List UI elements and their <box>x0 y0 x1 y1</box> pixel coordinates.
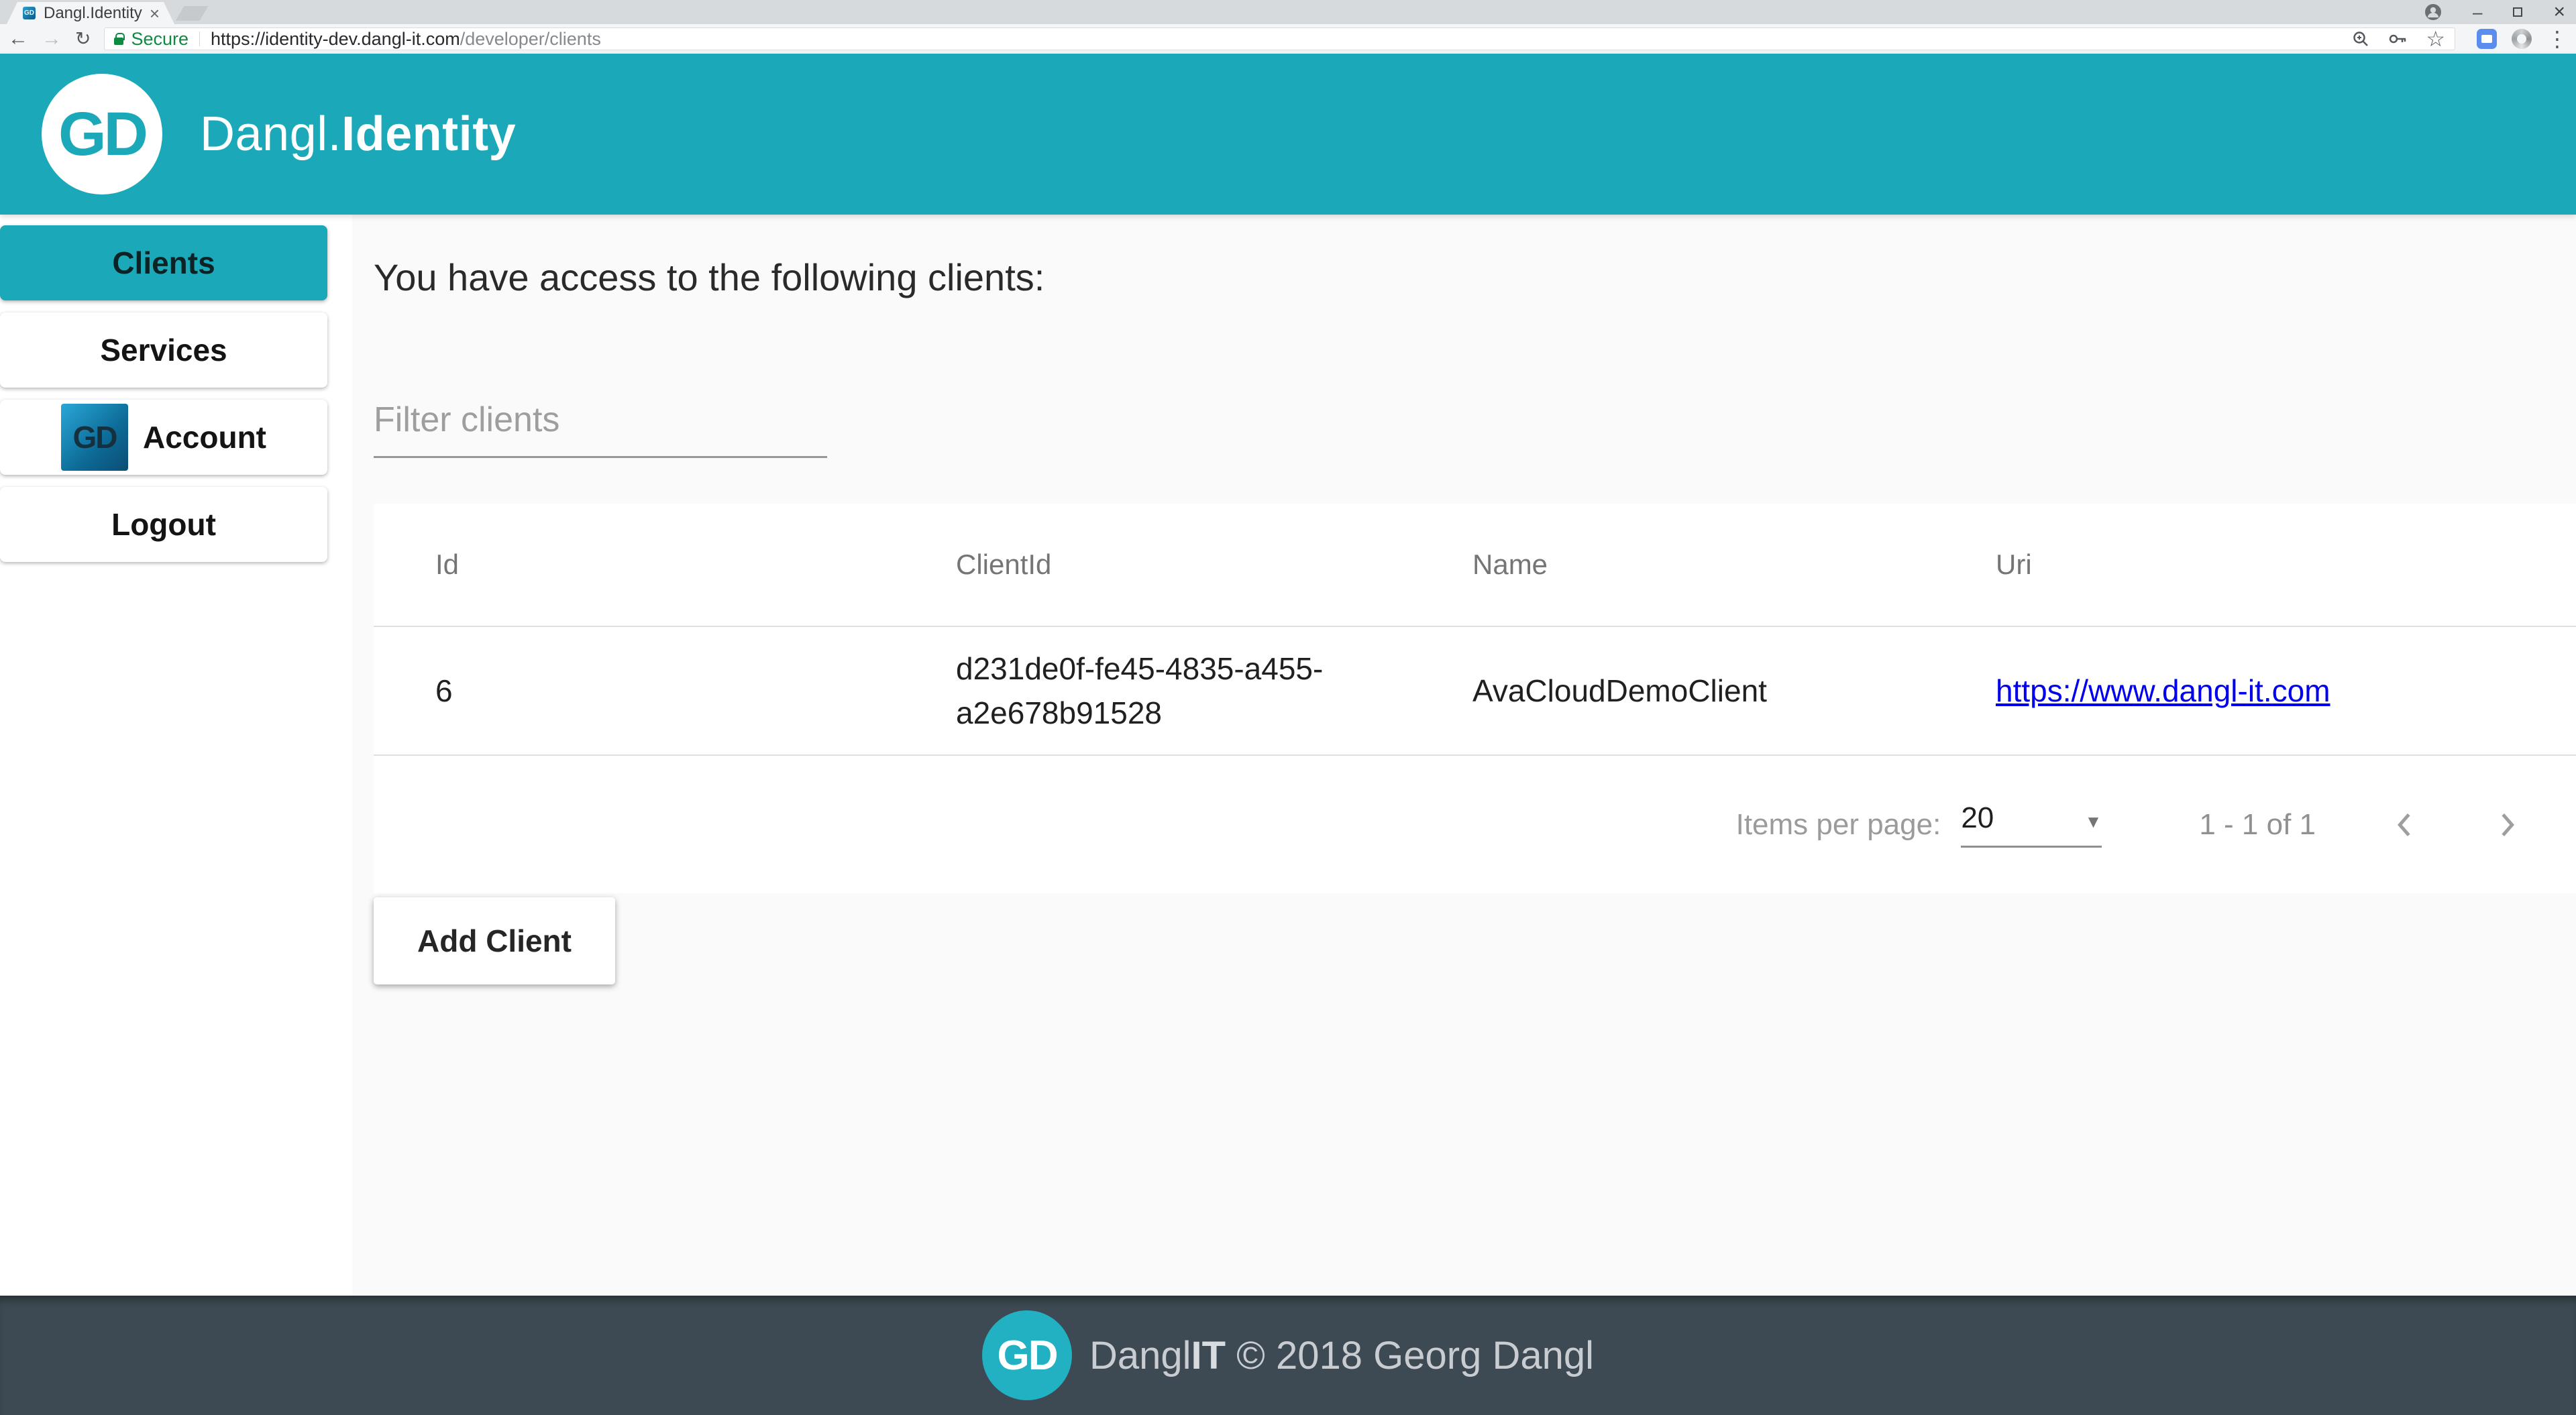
browser-menu-icon[interactable]: ⋮ <box>2546 28 2568 50</box>
cell-clientid: d231de0f-fe45-4835-a455-a2e678b91528 <box>894 646 1411 736</box>
account-gd-icon: GD <box>61 404 128 471</box>
page-size-value: 20 <box>1961 801 1994 835</box>
footer: GD DanglIT © 2018 Georg Dangl <box>0 1296 2576 1415</box>
filter-field <box>374 400 827 459</box>
app-title-bold: Identity <box>341 107 517 161</box>
browser-tab-strip: GD Dangl.Identity × – × <box>0 0 2576 24</box>
sidebar-item-label: Logout <box>111 507 216 542</box>
sidebar-item-services[interactable]: Services <box>0 313 327 388</box>
footer-copyright: DanglIT © 2018 Georg Dangl <box>1089 1333 1594 1378</box>
next-page-icon[interactable] <box>2491 809 2522 840</box>
url-domain: https://identity-dev.dangl-it.com <box>211 28 460 49</box>
address-bar[interactable]: Secure https://identity-dev.dangl-it.com… <box>104 27 2455 50</box>
footer-gd-logo: GD <box>981 1310 1072 1400</box>
previous-page-icon[interactable] <box>2390 809 2420 840</box>
forward-icon[interactable]: → <box>42 29 62 49</box>
main-content: You have access to the following clients… <box>352 215 2576 1296</box>
sidebar-item-label: Account <box>143 420 266 455</box>
restore-icon[interactable] <box>2513 4 2529 17</box>
app-header: GD Dangl.Identity <box>0 54 2576 215</box>
chevron-down-icon: ▼ <box>2084 811 2102 832</box>
sidebar-item-account[interactable]: GD Account <box>0 400 327 475</box>
url-divider <box>199 32 201 46</box>
extension-swirl-icon[interactable] <box>2512 29 2532 49</box>
cell-name: AvaCloudDemoClient <box>1472 673 1767 709</box>
cell-id: 6 <box>435 673 453 709</box>
app-title-regular: Dangl. <box>200 107 342 161</box>
column-header-id: Id <box>435 549 460 581</box>
add-client-button[interactable]: Add Client <box>374 897 615 985</box>
url-path: /developer/clients <box>460 28 601 49</box>
refresh-icon[interactable]: ↻ <box>75 30 91 48</box>
table-header-row: Id ClientId Name Uri <box>374 504 2576 628</box>
sidebar: Clients Services GD Account Logout <box>0 215 352 1296</box>
page-range-label: 1 - 1 of 1 <box>2199 807 2316 841</box>
clients-table: Id ClientId Name Uri 6 d231de0f-fe45-483… <box>374 504 2576 894</box>
profile-icon[interactable] <box>2424 3 2442 21</box>
column-header-clientid: ClientId <box>956 549 1052 581</box>
bookmark-star-icon[interactable]: ☆ <box>2426 28 2445 50</box>
footer-copyright-suffix: © 2018 Georg Dangl <box>1226 1333 1595 1377</box>
column-header-name: Name <box>1472 549 1548 581</box>
app-title: Dangl.Identity <box>200 107 516 162</box>
sidebar-item-clients[interactable]: Clients <box>0 225 327 300</box>
client-uri-link[interactable]: https://www.dangl-it.com <box>1996 673 2330 708</box>
items-per-page-label: Items per page: <box>1735 807 1941 841</box>
sidebar-item-label: Services <box>100 333 227 367</box>
column-header-uri: Uri <box>1996 549 2032 581</box>
zoom-icon[interactable] <box>2352 30 2369 48</box>
table-paginator: Items per page: 20 ▼ 1 - 1 of 1 <box>374 756 2576 893</box>
gd-logo: GD <box>42 74 162 194</box>
footer-brand-bold: IT <box>1191 1333 1226 1377</box>
sidebar-item-logout[interactable]: Logout <box>0 487 327 562</box>
secure-label: Secure <box>131 28 189 49</box>
footer-brand-regular: Dangl <box>1089 1333 1191 1377</box>
page-size-select[interactable]: 20 ▼ <box>1961 801 2102 848</box>
tab-favicon-gd-icon: GD <box>23 7 36 19</box>
new-tab-button[interactable] <box>175 6 209 21</box>
window-controls: – × <box>2424 2 2565 22</box>
browser-tab[interactable]: GD Dangl.Identity × <box>7 2 174 24</box>
back-icon[interactable]: ← <box>8 29 28 49</box>
page-title: You have access to the following clients… <box>374 256 1045 298</box>
table-row: 6 d231de0f-fe45-4835-a455-a2e678b91528 A… <box>374 627 2576 756</box>
lock-icon[interactable] <box>114 32 125 45</box>
extension-tag-icon[interactable] <box>2477 29 2497 49</box>
tab-title: Dangl.Identity <box>44 3 142 22</box>
browser-toolbar: ← → ↻ Secure https://identity-dev.dangl-… <box>0 24 2576 54</box>
minimize-icon[interactable]: – <box>2473 3 2482 21</box>
app-body: Clients Services GD Account Logout You h… <box>0 215 2576 1296</box>
sidebar-item-label: Clients <box>112 245 215 280</box>
client-guid: d231de0f-fe45-4835-a455-a2e678b91528 <box>956 650 1324 731</box>
paginator-nav <box>2390 809 2522 840</box>
filter-clients-input[interactable] <box>374 400 827 441</box>
window-close-icon[interactable]: × <box>2553 2 2565 22</box>
cell-uri: https://www.dangl-it.com <box>1934 673 2576 709</box>
tab-close-icon[interactable]: × <box>150 5 160 22</box>
key-icon[interactable] <box>2388 30 2407 48</box>
